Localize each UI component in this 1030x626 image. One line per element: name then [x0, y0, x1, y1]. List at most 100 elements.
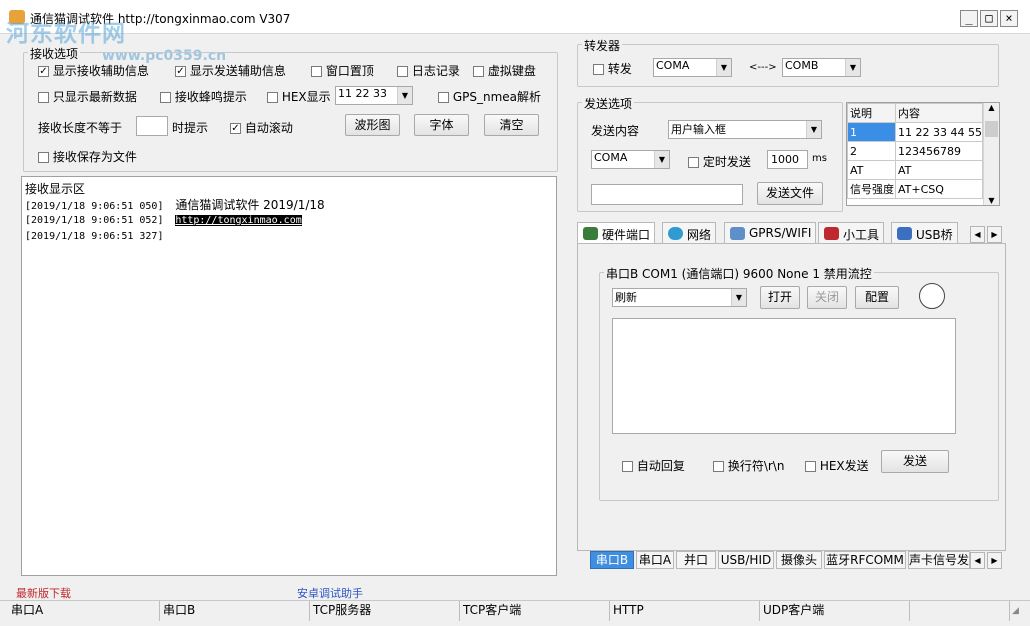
- virtual-keyboard-checkbox[interactable]: 虚拟键盘: [473, 62, 536, 79]
- chevron-down-icon: ▼: [397, 87, 412, 104]
- tab-network[interactable]: 网络: [662, 222, 717, 244]
- timed-send-checkbox[interactable]: 定时发送: [688, 153, 751, 170]
- hex-display-checkbox[interactable]: HEX显示: [267, 88, 331, 105]
- log-checkbox[interactable]: 日志记录: [397, 62, 460, 79]
- column-header: 说明: [847, 103, 897, 123]
- table-row[interactable]: 2 123456789: [847, 141, 983, 161]
- clear-button[interactable]: 清空: [484, 114, 539, 136]
- interval-input[interactable]: 1000: [767, 150, 808, 169]
- newline-checkbox[interactable]: 换行符\r\n: [713, 457, 784, 474]
- port-select[interactable]: 刷新 ▼: [612, 288, 747, 307]
- tab-usb-bridge[interactable]: USB桥: [891, 222, 958, 244]
- tab-serial-b[interactable]: 串口B: [590, 551, 634, 569]
- scroll-up-icon[interactable]: ▲: [984, 103, 999, 112]
- bottom-tab-scroll-right-icon[interactable]: ▶: [987, 552, 1002, 569]
- auto-scroll-checkbox[interactable]: ✓ 自动滚动: [230, 119, 293, 136]
- tab-parallel[interactable]: 并口: [676, 551, 716, 569]
- table-row[interactable]: AT AT: [847, 160, 983, 180]
- android-helper-link[interactable]: 安卓调试助手: [297, 585, 363, 601]
- quick-command-table[interactable]: 说明 内容 1 11 22 33 44 55 2 123456789 AT AT…: [846, 102, 1000, 206]
- column-header: 内容: [895, 103, 983, 123]
- serial-send-button[interactable]: 发送: [881, 450, 949, 473]
- hex-sample-select[interactable]: 11 22 33 ▼: [335, 86, 413, 105]
- chevron-down-icon: ▼: [654, 151, 669, 168]
- usb-bridge-icon: [897, 227, 912, 240]
- hex-send-checkbox[interactable]: HEX发送: [805, 457, 869, 474]
- scrollbar-thumb[interactable]: [985, 121, 998, 137]
- receive-area-title: 接收显示区: [25, 182, 86, 196]
- tab-camera[interactable]: 摄像头: [776, 551, 822, 569]
- forward-port-b-select[interactable]: COMB ▼: [782, 58, 861, 77]
- beep-checkbox[interactable]: 接收蜂鸣提示: [160, 88, 247, 105]
- chevron-down-icon: ▼: [716, 59, 731, 76]
- only-latest-checkbox[interactable]: 只显示最新数据: [38, 88, 137, 105]
- close-port-button[interactable]: 关闭: [807, 286, 847, 309]
- minimize-button[interactable]: _: [960, 10, 978, 27]
- chevron-down-icon: ▼: [806, 121, 821, 138]
- hardware-port-icon: [583, 227, 598, 240]
- check-icon: ✓: [38, 66, 49, 77]
- tab-hardware-port[interactable]: 硬件端口: [577, 222, 656, 244]
- font-button[interactable]: 字体: [414, 114, 469, 136]
- interval-unit: ms: [812, 153, 827, 164]
- table-scrollbar[interactable]: ▲ ▼: [983, 103, 999, 205]
- send-file-path-input[interactable]: [591, 184, 743, 205]
- gps-nmea-checkbox[interactable]: GPS_nmea解析: [438, 88, 541, 105]
- send-port-select[interactable]: COMA ▼: [591, 150, 670, 169]
- table-header-row: 说明 内容: [847, 103, 983, 123]
- gprs-wifi-icon: [730, 227, 745, 240]
- tab-tools[interactable]: 小工具: [818, 222, 885, 244]
- close-button[interactable]: ×: [1000, 10, 1018, 27]
- tab-bluetooth-rfcomm[interactable]: 蓝牙RFCOMM: [824, 551, 906, 569]
- length-label: 接收长度不等于: [38, 121, 123, 135]
- bottom-tab-scroll-left-icon[interactable]: ◀: [970, 552, 985, 569]
- forward-arrow-label: <--->: [749, 62, 777, 73]
- config-button[interactable]: 配置: [855, 286, 899, 309]
- save-to-file-checkbox[interactable]: 接收保存为文件: [38, 148, 137, 165]
- forward-port-a-select[interactable]: COMA ▼: [653, 58, 732, 77]
- check-icon: ✓: [175, 66, 186, 77]
- status-empty-cell: [910, 601, 1010, 621]
- table-row[interactable]: 信号强度 AT+CSQ: [847, 179, 983, 199]
- status-serial-b: 串口B: [160, 601, 310, 621]
- tab-scroll-left-icon[interactable]: ◀: [970, 226, 985, 243]
- tab-usb-hid[interactable]: USB/HID: [718, 551, 774, 569]
- log-link[interactable]: http://tongxinmao.com: [175, 215, 302, 226]
- table-row[interactable]: 1 11 22 33 44 55: [847, 122, 983, 142]
- tools-icon: [824, 227, 839, 240]
- port-status-indicator: [919, 283, 945, 309]
- forwarder-title: 转发器: [582, 37, 623, 54]
- serial-send-textarea[interactable]: [612, 318, 956, 434]
- network-icon: [668, 227, 683, 240]
- forward-checkbox[interactable]: 转发: [593, 60, 632, 77]
- tab-gprs-wifi[interactable]: GPRS/WIFI: [724, 222, 817, 244]
- maximize-button[interactable]: □: [980, 10, 998, 27]
- window-top-checkbox[interactable]: 窗口置顶: [311, 62, 374, 79]
- tab-scroll-right-icon[interactable]: ▶: [987, 226, 1002, 243]
- open-port-button[interactable]: 打开: [760, 286, 800, 309]
- waveform-button[interactable]: 波形图: [345, 114, 400, 136]
- serial-port-title: 串口B COM1 (通信端口) 9600 None 1 禁用流控: [604, 265, 874, 282]
- receive-display-area[interactable]: 接收显示区 [2019/1/18 9:06:51 050] 通信猫调试软件 20…: [21, 176, 557, 576]
- send-file-button[interactable]: 发送文件: [757, 182, 823, 205]
- auto-reply-checkbox[interactable]: 自动回复: [622, 457, 685, 474]
- log-line: [2019/1/18 9:06:51 050] 通信猫调试软件 2019/1/1…: [25, 198, 325, 212]
- send-content-label: 发送内容: [591, 124, 640, 138]
- scroll-down-icon[interactable]: ▼: [984, 196, 999, 205]
- log-line: [2019/1/18 9:06:51 052] http://tongxinma…: [25, 215, 302, 226]
- tab-serial-a[interactable]: 串口A: [636, 551, 674, 569]
- tab-sound-signal[interactable]: 声卡信号发: [908, 551, 970, 569]
- show-send-info-checkbox[interactable]: ✓ 显示发送辅助信息: [175, 62, 286, 79]
- show-recv-info-checkbox[interactable]: ✓ 显示接收辅助信息: [38, 62, 149, 79]
- status-http: HTTP: [610, 601, 760, 621]
- length-input[interactable]: [136, 116, 168, 136]
- send-content-select[interactable]: 用户输入框 ▼: [668, 120, 822, 139]
- status-serial-a: 串口A: [8, 601, 160, 621]
- latest-download-link[interactable]: 最新版下载: [16, 585, 71, 601]
- chevron-down-icon: ▼: [731, 289, 746, 306]
- check-icon: ✓: [230, 123, 241, 134]
- log-line: [2019/1/18 9:06:51 327]: [25, 231, 164, 242]
- resize-grip-icon[interactable]: ◢: [1012, 606, 1026, 620]
- recv-options-title: 接收选项: [28, 45, 81, 62]
- length-suffix-label: 时提示: [172, 121, 209, 135]
